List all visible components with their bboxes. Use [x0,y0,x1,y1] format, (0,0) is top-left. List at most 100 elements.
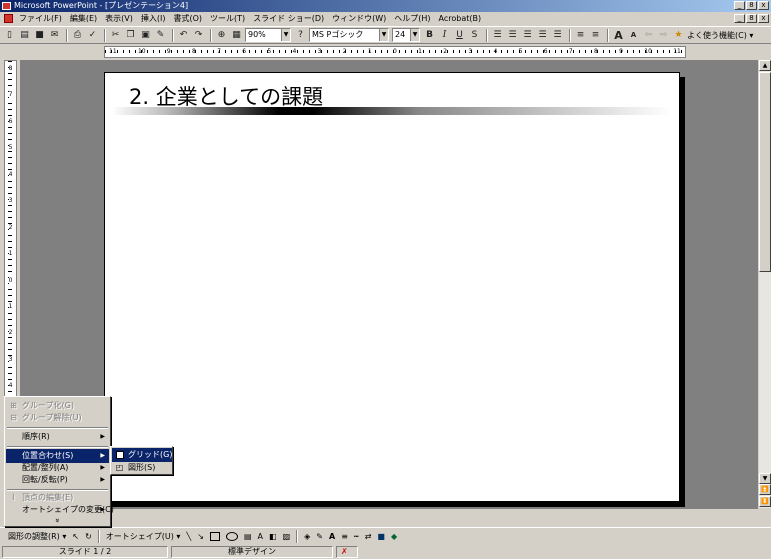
next-slide-icon[interactable]: ⏬ [759,496,771,507]
doc-close-button[interactable]: x [758,14,769,23]
shrink-font-button[interactable]: A [627,29,640,42]
menu-help[interactable]: ヘルプ(H) [390,12,434,26]
bullets-icon[interactable]: ≡ [589,29,602,42]
toolbar-separator [486,28,488,42]
help-icon[interactable]: ? [294,29,307,42]
minimize-button[interactable]: _ [734,1,745,10]
menu-view[interactable]: 表示(V) [101,12,137,26]
arrow-icon[interactable]: ↘ [194,532,207,541]
star-icon[interactable]: ★ [672,29,685,42]
slide-canvas[interactable]: 2. 企業としての課題 [104,72,680,502]
textbox-icon[interactable]: ▤ [241,532,255,541]
previous-slide-icon[interactable]: ⏫ [759,484,771,495]
spelling-icon[interactable]: ✓ [86,29,99,42]
zoom-value: 90% [248,30,266,39]
doc-restore-button[interactable]: 8 [746,14,757,23]
rectangle-icon[interactable] [209,531,220,541]
vertical-scrollbar[interactable]: ▲ ▼ ⏫ ⏬ [759,60,771,508]
document-icon[interactable] [4,14,13,23]
menu-ungroup: ⊟ グループ解除(U) [6,411,109,425]
shadow-button[interactable]: S [468,29,481,42]
select-pointer-icon[interactable]: ↖ [69,532,82,541]
ruler-label: 2 [342,48,347,55]
dash-style-icon[interactable]: ┅ [351,532,362,541]
new-icon[interactable]: ▯ [3,29,16,42]
print-icon[interactable]: ⎙ [71,29,84,42]
table-icon[interactable]: ▦ [230,29,243,42]
promote-icon[interactable]: ⇦ [642,29,655,42]
powerpoint-icon [2,2,11,10]
menu-expand[interactable]: » [6,515,109,526]
format-painter-icon[interactable]: ✎ [154,29,167,42]
distribute-icon[interactable]: ☰ [551,29,564,42]
font-size-combo[interactable]: 24 ▼ [392,28,420,42]
hyperlink-icon[interactable]: ⊕ [215,29,228,42]
free-rotate-icon[interactable]: ↻ [82,532,95,541]
draw-menu-button[interactable]: 図形の調整(R) ▾ [5,531,69,542]
chevron-down-icon[interactable]: ▼ [281,29,290,41]
shadow-icon[interactable]: ■ [374,532,388,541]
font-color-icon[interactable]: A [326,532,338,541]
toolbar-separator [66,28,68,42]
open-icon[interactable]: ▤ [18,29,31,42]
menu-insert[interactable]: 挿入(I) [137,12,170,26]
horizontal-ruler[interactable]: 11 10 9 8 7 6 5 4 3 2 1 0 1 2 3 4 5 6 7 8 9 10 11 [104,46,686,58]
redo-icon[interactable]: ↷ [192,29,205,42]
copy-icon[interactable]: ❐ [124,29,137,42]
menu-edit[interactable]: 編集(E) [66,12,101,26]
scroll-down-icon[interactable]: ▼ [759,473,771,484]
save-icon[interactable]: ■ [33,29,46,42]
font-name-combo[interactable]: MS Pゴシック ▼ [309,28,389,42]
align-right-icon[interactable]: ☰ [521,29,534,42]
fill-color-icon[interactable]: ◈ [301,532,313,541]
wordart-icon[interactable]: A [255,532,266,541]
line-color-icon[interactable]: ✎ [313,532,326,541]
email-icon[interactable]: ✉ [48,29,61,42]
ungroup-icon: ⊟ [10,413,17,422]
scroll-thumb[interactable] [759,72,771,272]
close-button[interactable]: x [758,1,769,10]
toolbar-separator [97,529,100,543]
3d-icon[interactable]: ◆ [388,532,400,541]
chevron-down-icon[interactable]: ▼ [410,29,419,41]
justify-icon[interactable]: ☰ [536,29,549,42]
paste-icon[interactable]: ▣ [139,29,152,42]
menu-window[interactable]: ウィンドウ(W) [328,12,390,26]
doc-minimize-button[interactable]: _ [734,14,745,23]
picture-icon[interactable]: ▨ [280,532,294,541]
menu-order[interactable]: 順序(R) ▶ [6,430,109,444]
undo-icon[interactable]: ↶ [177,29,190,42]
line-style-icon[interactable]: ≡ [338,532,351,541]
line-icon[interactable]: ╲ [183,532,194,541]
horizontal-scrollbar[interactable] [20,508,758,514]
submenu-shape[interactable]: ◰ 図形(S) [112,461,172,475]
underline-button[interactable]: U [453,29,466,42]
menu-file[interactable]: ファイル(F) [15,12,66,26]
cut-icon[interactable]: ✂ [109,29,122,42]
menu-tools[interactable]: ツール(T) [206,12,249,26]
numbering-icon[interactable]: ≡ [574,29,587,42]
zoom-combo[interactable]: 90% ▼ [245,28,291,42]
menu-rotate[interactable]: 回転/反転(P) ▶ [6,473,109,487]
autoshape-menu-button[interactable]: オートシェイプ(U) ▾ [103,531,184,542]
align-left-icon[interactable]: ☰ [491,29,504,42]
oval-icon[interactable] [225,531,238,541]
submenu-grid[interactable]: グリッド(G) [112,448,172,462]
bold-button[interactable]: B [423,29,436,42]
menu-acrobat[interactable]: Acrobat(B) [435,12,486,26]
ruler-label: 3 [317,48,322,55]
align-center-icon[interactable]: ☰ [506,29,519,42]
menu-slideshow[interactable]: スライド ショー(D) [249,12,328,26]
clipart-icon[interactable]: ◧ [266,532,280,541]
ruler-label: 7 [568,48,573,55]
chevron-down-icon[interactable]: ▼ [379,29,388,41]
scroll-up-icon[interactable]: ▲ [759,60,771,71]
common-tasks-button[interactable]: よく使う機能(C) ▾ [687,30,753,41]
grow-font-button[interactable]: A [612,29,625,42]
maximize-button[interactable]: 8 [746,1,757,10]
menu-format[interactable]: 書式(O) [169,12,206,26]
spelling-status-icon[interactable]: ✗ [336,546,358,558]
italic-button[interactable]: I [438,29,451,42]
arrow-style-icon[interactable]: ⇄ [362,532,375,541]
demote-icon[interactable]: ⇨ [657,29,670,42]
